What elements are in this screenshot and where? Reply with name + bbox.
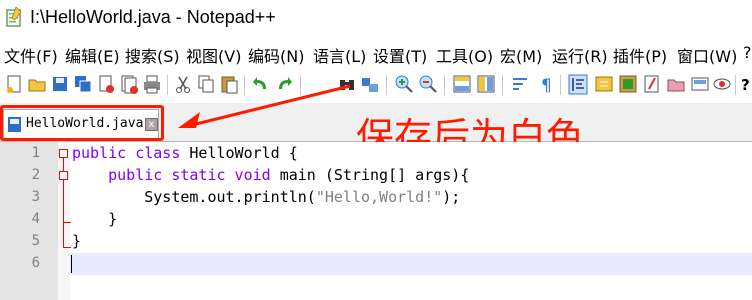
code-text: main (String[] args){: [270, 166, 470, 184]
menu-bar: 文件(F) 编辑(E) 搜索(S) 视图(V) 编码(N) 语言(L) 设置(T…: [0, 38, 752, 69]
menu-settings[interactable]: 设置(T): [373, 43, 427, 67]
menu-search[interactable]: 搜索(S): [125, 43, 180, 67]
folder-workspace-icon[interactable]: [642, 74, 662, 95]
line-number: 5: [31, 233, 40, 249]
menu-edit[interactable]: 编辑(E): [65, 43, 120, 67]
menu-file[interactable]: 文件(F): [4, 43, 58, 67]
code-text: HelloWorld {: [180, 144, 298, 162]
menu-view[interactable]: 视图(V): [186, 43, 241, 67]
sync-vertical-icon[interactable]: [452, 74, 472, 95]
editor-area[interactable]: 1 2 3 4 5 6 public class HelloWorld { pu…: [0, 142, 752, 300]
menu-window[interactable]: 窗口(W): [677, 43, 737, 67]
notepadpp-app-icon: [6, 6, 22, 27]
line-number: 4: [31, 211, 40, 227]
record-icon[interactable]: [690, 74, 710, 95]
new-file-icon[interactable]: [4, 74, 24, 95]
string-literal: "Hello,World!": [315, 188, 443, 206]
text-caret: [71, 255, 72, 273]
fold-toggle[interactable]: [59, 149, 68, 158]
fold-guide: [63, 222, 71, 223]
toolbar-separator: [167, 75, 168, 95]
window-title: I:\HelloWorld.java - Notepad++: [30, 7, 276, 27]
annotation-arrow: [178, 84, 351, 128]
zoom-in-icon[interactable]: [394, 74, 414, 95]
code-line-3: System.out.println("Hello,World!");: [72, 188, 460, 206]
doc-map-icon[interactable]: [594, 74, 614, 95]
print-icon[interactable]: [142, 74, 162, 95]
menu-plugins[interactable]: 插件(P): [613, 43, 667, 67]
save-icon[interactable]: [50, 74, 70, 95]
zoom-out-icon[interactable]: [418, 74, 438, 95]
annotation-highlight-box: [0, 105, 164, 141]
title-bar: I:\HelloWorld.java - Notepad++: [0, 0, 752, 38]
indent-guide-icon[interactable]: [568, 74, 588, 95]
help-icon[interactable]: ?: [740, 74, 752, 95]
save-all-icon[interactable]: [73, 74, 93, 95]
code-line-4: }: [72, 210, 118, 228]
sync-horizontal-icon[interactable]: [476, 74, 496, 95]
replace-icon[interactable]: [360, 74, 380, 95]
toolbar-separator: [560, 75, 561, 95]
toolbar-separator: [444, 75, 445, 95]
menu-language[interactable]: 语言(L): [313, 43, 366, 67]
open-file-icon[interactable]: [27, 74, 47, 95]
line-number: 6: [31, 255, 40, 271]
macro-icon[interactable]: [666, 74, 686, 95]
menu-tools[interactable]: 工具(O): [436, 43, 493, 67]
show-all-chars-icon[interactable]: ¶: [536, 74, 556, 95]
line-number-gutter: 1 2 3 4 5 6: [0, 142, 58, 300]
toolbar-separator: [386, 75, 387, 95]
close-all-icon[interactable]: [119, 74, 139, 95]
toolbar: ¶ ?: [0, 70, 752, 101]
svg-text:¶: ¶: [541, 76, 552, 95]
code-line-5: }: [72, 232, 82, 250]
close-icon[interactable]: [96, 74, 116, 95]
function-list-icon[interactable]: [618, 74, 638, 95]
toolbar-separator: [735, 75, 736, 95]
word-wrap-icon[interactable]: [510, 74, 530, 95]
code-text: );: [442, 188, 461, 206]
svg-text:?: ?: [741, 76, 750, 94]
menu-encoding[interactable]: 编码(N): [248, 43, 304, 67]
fold-toggle[interactable]: [59, 171, 68, 180]
view-icon[interactable]: [712, 74, 732, 95]
code-line-2: public static void main (String[] args){: [72, 166, 469, 184]
menu-help[interactable]: ?: [743, 43, 752, 62]
menu-run[interactable]: 运行(R): [552, 43, 608, 67]
menu-macro[interactable]: 宏(M): [500, 43, 542, 67]
fold-guide: [63, 247, 71, 248]
line-number: 2: [31, 167, 40, 183]
current-line-highlight: [70, 253, 752, 275]
line-number: 1: [31, 145, 40, 161]
keyword: public static void: [108, 166, 271, 184]
code-text: System.out.println(: [144, 188, 316, 206]
fold-margin: [58, 142, 70, 300]
code-line-1: public class HelloWorld {: [72, 144, 298, 162]
line-number: 3: [31, 189, 40, 205]
keyword: public class: [72, 144, 181, 162]
toolbar-separator: [502, 75, 503, 95]
